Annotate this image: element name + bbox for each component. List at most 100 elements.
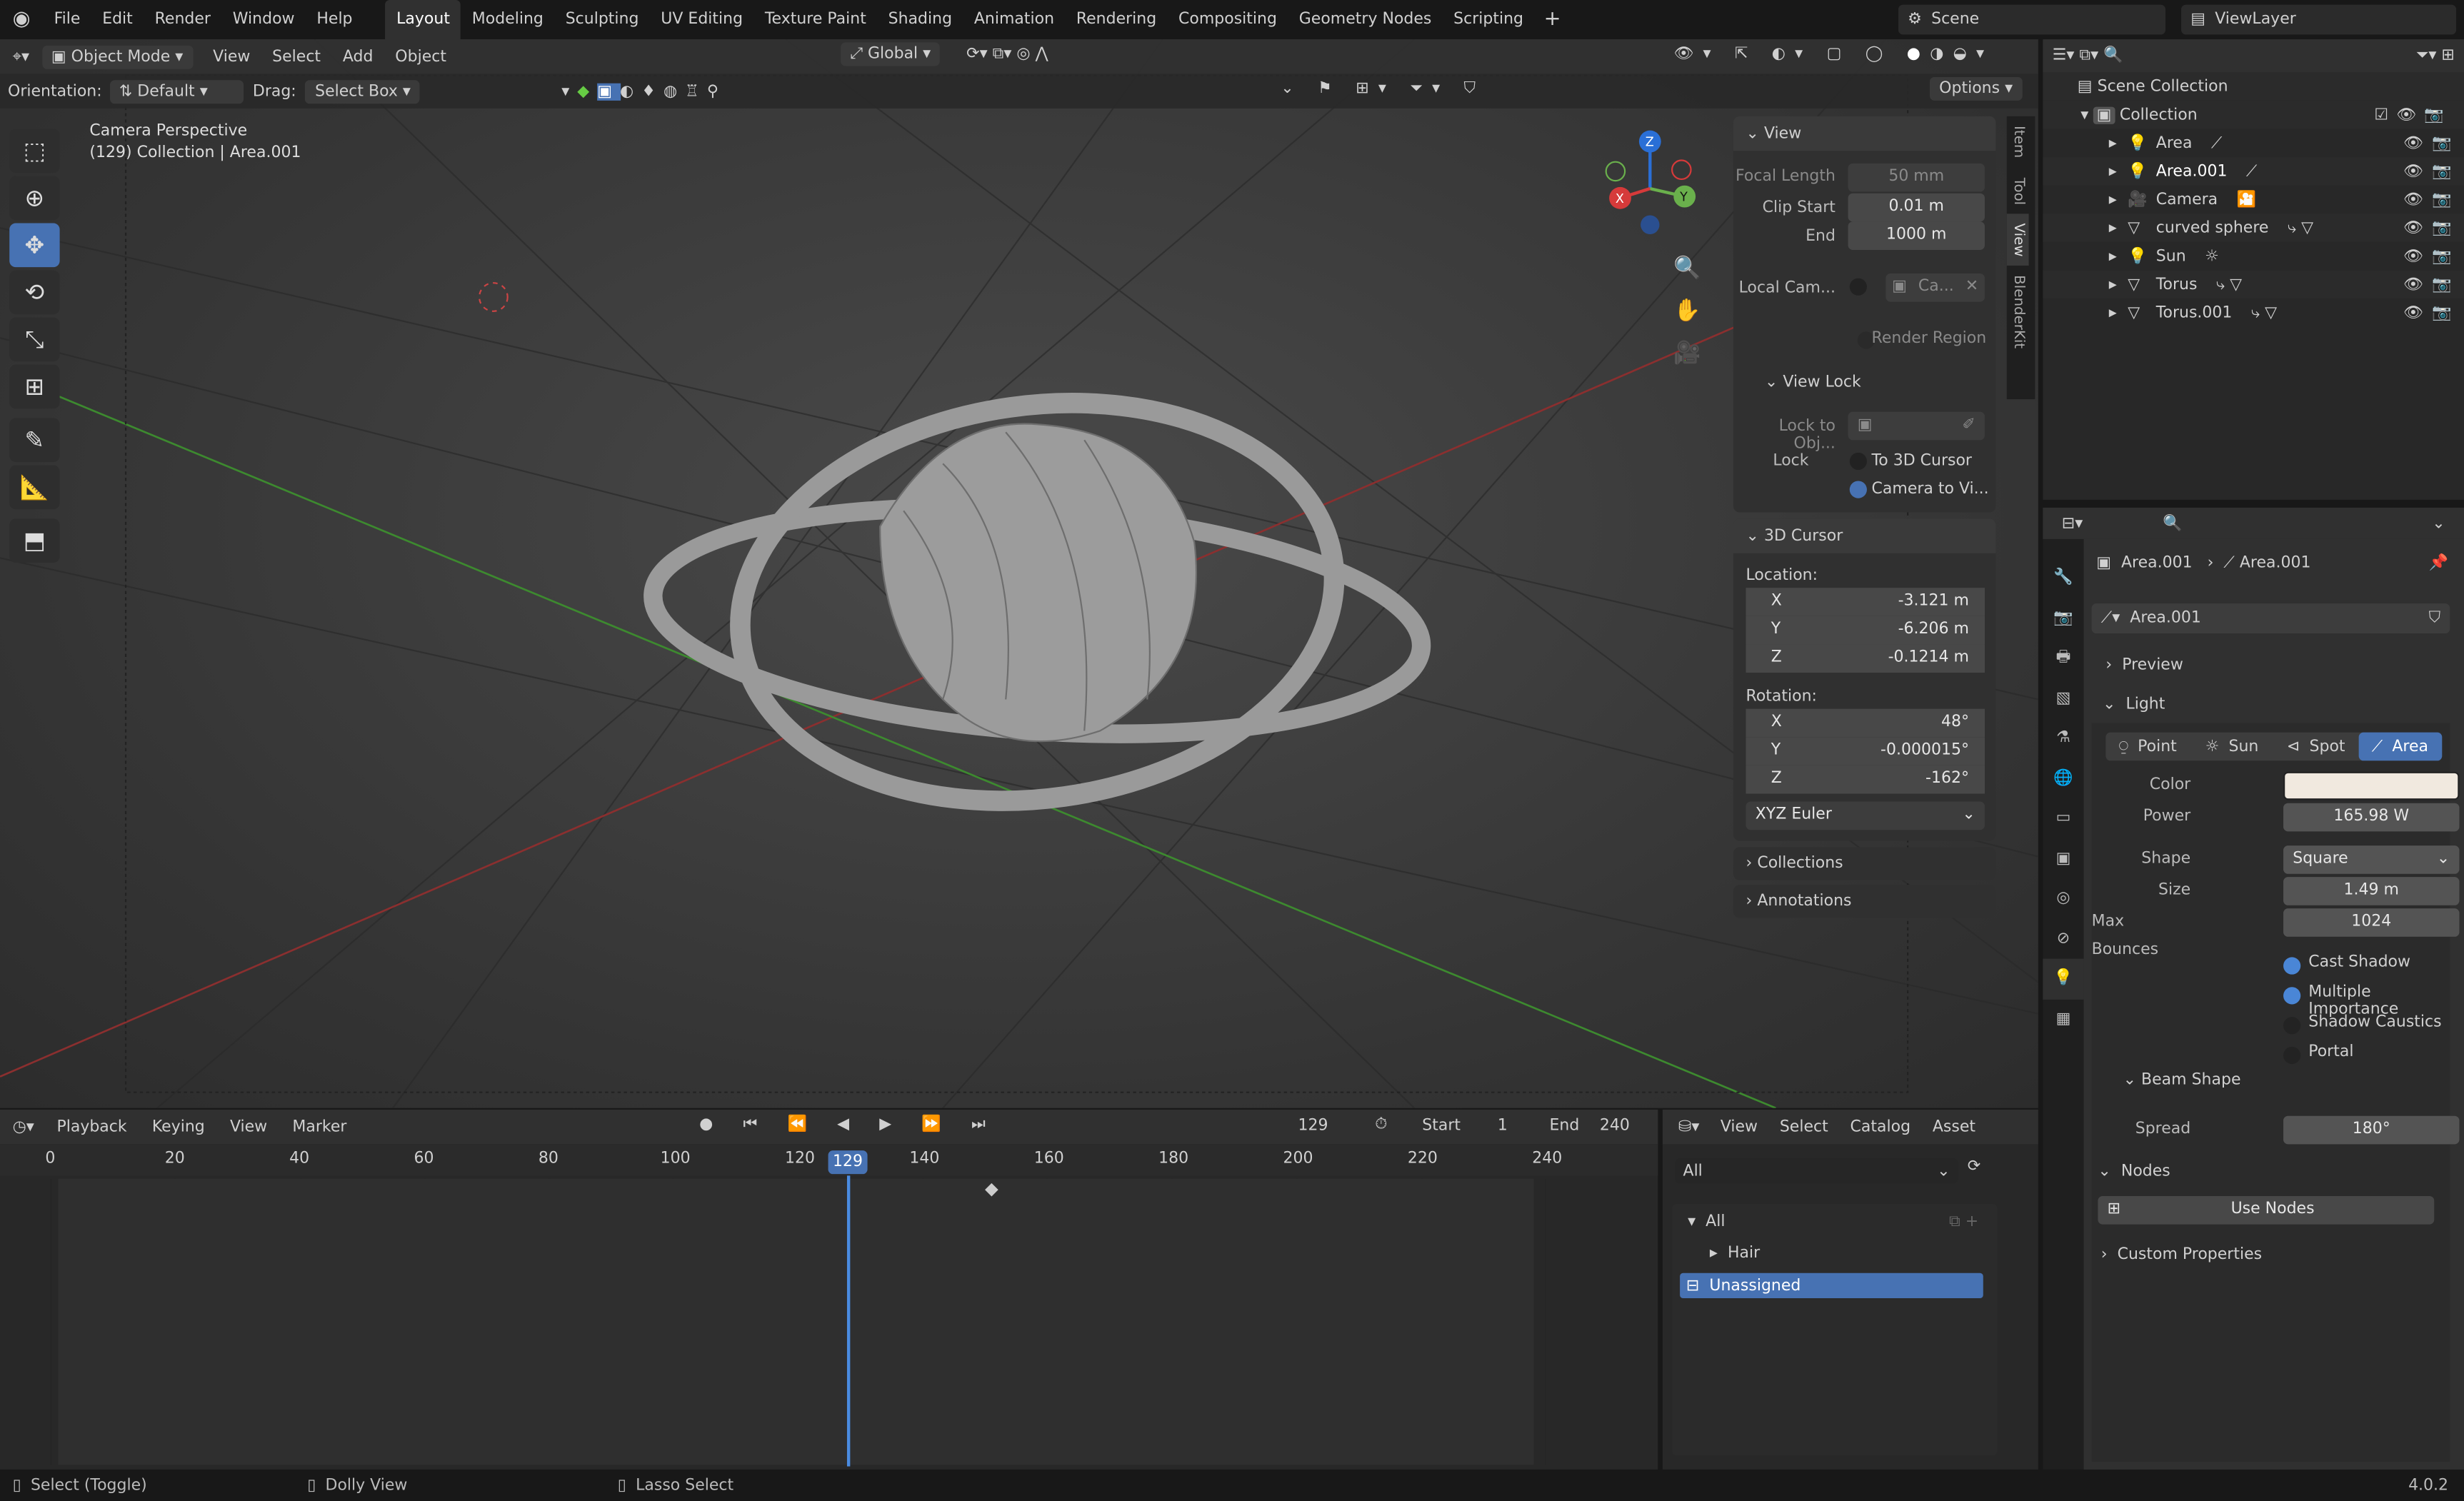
light-type-point[interactable]: ⍜ Point <box>2105 733 2190 761</box>
menu-render[interactable]: Render <box>144 0 221 39</box>
viewport-menu-view[interactable]: View <box>202 48 261 65</box>
expand-arrow-icon[interactable]: ▸ <box>2109 248 2128 265</box>
annotate-tool-icon[interactable]: ✎ <box>9 418 60 463</box>
modifier-mesh-icon[interactable]: ⤷ ▽ <box>2251 304 2277 321</box>
asset-menu-catalog[interactable]: Catalog <box>1839 1118 1921 1135</box>
collection-row[interactable]: ▾ ▣ Collection ☑👁📷 <box>2043 100 2464 129</box>
blender-logo-icon[interactable]: ◉ <box>0 8 43 31</box>
properties-editor-icon[interactable]: ⊟▾ 🔍 <box>2062 515 2183 532</box>
sidebar-tab-tool[interactable]: Tool <box>2007 167 2029 214</box>
texture-tab-icon[interactable]: ▦ <box>2043 999 2083 1039</box>
3d-viewport[interactable]: ⌖▾ ▣ Object Mode ▾ View Select Add Object ⤢… <box>0 39 2038 1108</box>
start-field[interactable]: 1 <box>1498 1118 1508 1135</box>
camera-to-view-toggle[interactable] <box>1849 481 1867 498</box>
sidebar-tab-blenderkit[interactable]: BlenderKit <box>2007 266 2029 358</box>
sidebar-tab-view[interactable]: View <box>2006 214 2029 266</box>
shape-select[interactable]: Square ⌄ <box>2283 845 2460 874</box>
cursor-rot-x-field[interactable]: X 48° <box>1746 708 1985 738</box>
clip-start-field[interactable]: 0.01 m <box>1848 193 1985 222</box>
timeline-editor-icon[interactable]: ◷▾ <box>13 1118 44 1135</box>
power-field[interactable]: 165.98 W <box>2283 803 2460 832</box>
workspace-tab-uv-editing[interactable]: UV Editing <box>650 0 754 39</box>
pin-icon[interactable]: 📌 <box>2429 555 2448 572</box>
timeline-menu-keying[interactable]: Keying <box>139 1118 217 1135</box>
expand-arrow-icon[interactable]: ▸ <box>2109 276 2128 293</box>
rotate-tool-icon[interactable]: ⟲ <box>9 270 60 315</box>
expand-arrow-icon[interactable]: ▸ <box>2109 191 2128 208</box>
workspace-tab-modeling[interactable]: Modeling <box>461 0 554 39</box>
render-camera-icon[interactable]: 📷 <box>2432 191 2451 208</box>
current-frame-field[interactable]: 129 <box>1298 1118 1328 1135</box>
collections-panel-header[interactable]: › Collections <box>1733 847 1996 880</box>
outliner-item[interactable]: ▸ 💡 Sun ☼ 👁 📷 <box>2043 242 2464 271</box>
preview-panel-header[interactable]: › Preview <box>2105 657 2183 674</box>
outliner-item[interactable]: ▸ 🎥 Camera 🎦 👁 📷 <box>2043 186 2464 214</box>
render-camera-icon[interactable]: 📷 <box>2432 248 2451 265</box>
viewport-menu-object[interactable]: Object <box>384 48 457 65</box>
outliner-item[interactable]: ▸ 💡 Area.001 ⟋ 👁 📷 <box>2043 157 2464 186</box>
tool-tab-icon[interactable]: 🔧 <box>2043 558 2083 598</box>
to-cursor-toggle[interactable] <box>1849 452 1867 471</box>
outliner-item[interactable]: ▸ ▽ Torus ⤷ ▽ 👁 📷 <box>2043 270 2464 299</box>
expand-arrow-icon[interactable]: ▾ <box>2080 106 2093 124</box>
area-light-data-icon[interactable]: ⟋ <box>2211 134 2222 151</box>
transform-orientation-select[interactable]: ⤢ Global ▾ <box>841 42 941 66</box>
local-camera-toggle[interactable] <box>1849 278 1867 296</box>
playback-controls[interactable]: ● ⏮ ⏪ ◀ ▶ ⏩ ⏭ <box>699 1116 998 1133</box>
catalog-unassigned[interactable]: ⊟ Unassigned <box>1680 1272 1983 1299</box>
light-panel-header[interactable]: ⌄ Light <box>2103 696 2165 713</box>
view-layer-tab-icon[interactable]: ▧ <box>2043 678 2083 718</box>
cursor-loc-z-field[interactable]: Z -0.1214 m <box>1746 644 1985 673</box>
options-button[interactable]: Options ▾ <box>1929 76 2023 101</box>
catalog-hair[interactable]: ▸ Hair <box>1710 1245 1760 1262</box>
light-data-tab-icon[interactable]: 💡 <box>2043 958 2084 999</box>
expand-arrow-icon[interactable]: ▸ <box>2109 304 2128 321</box>
camera-view-icon[interactable]: 🎥 <box>1673 333 1701 376</box>
scale-tool-icon[interactable]: ⤡ <box>9 317 60 362</box>
spread-field[interactable]: 180° <box>2283 1115 2460 1145</box>
cursor-rot-z-field[interactable]: Z -162° <box>1746 765 1985 794</box>
asset-menu-asset[interactable]: Asset <box>1921 1118 1986 1135</box>
fake-user-shield-icon[interactable]: ⛉ <box>2429 610 2441 627</box>
workspace-tab-geometry-nodes[interactable]: Geometry Nodes <box>1288 0 1442 39</box>
clear-icon[interactable]: ✕ <box>1965 273 1978 302</box>
workspace-tab-shading[interactable]: Shading <box>877 0 963 39</box>
local-camera-field[interactable]: ▣ Ca... ✕ <box>1885 273 1985 302</box>
annotations-panel-header[interactable]: › Annotations <box>1733 885 1996 918</box>
menu-file[interactable]: File <box>43 0 91 39</box>
playhead-line[interactable] <box>846 1175 851 1467</box>
add-catalog-icon[interactable]: ⧉ + <box>1949 1213 1978 1230</box>
checkbox-cast-shadow[interactable] <box>2283 957 2301 975</box>
menu-edit[interactable]: Edit <box>91 0 144 39</box>
area-light-data-icon[interactable]: ⟋ <box>2246 163 2257 180</box>
cursor-tool-icon[interactable]: ⊕ <box>9 176 60 221</box>
render-camera-icon[interactable]: 📷 <box>2432 163 2451 180</box>
modifier-mesh-icon[interactable]: ⤷ ▽ <box>2288 219 2313 236</box>
outliner-item[interactable]: ▸ 💡 Area ⟋ 👁 📷 <box>2043 129 2464 157</box>
workspace-tab-texture-paint[interactable]: Texture Paint <box>753 0 877 39</box>
checkbox-portal[interactable] <box>2283 1046 2301 1065</box>
collection-tab-icon[interactable]: ▭ <box>2043 798 2083 838</box>
scene-tab-icon[interactable]: ⚗ <box>2043 718 2083 758</box>
render-tab-icon[interactable]: 📷 <box>2043 598 2083 638</box>
clip-end-field[interactable]: 1000 m <box>1848 221 1985 250</box>
drag-select[interactable]: Select Box ▾ <box>305 79 421 104</box>
custom-properties-header[interactable]: › Custom Properties <box>2101 1246 2262 1263</box>
visibility-eye-icon[interactable]: 👁 <box>2403 304 2423 321</box>
chevron-down-icon[interactable]: ⌄ <box>2432 515 2445 532</box>
nodes-panel-header[interactable]: ⌄ Nodes <box>2098 1163 2170 1180</box>
catalog-all[interactable]: ▾ All <box>1688 1213 1725 1230</box>
focal-length-field[interactable]: 50 mm <box>1848 163 1985 192</box>
workspace-tab-sculpting[interactable]: Sculpting <box>554 0 650 39</box>
navigation-gizmo[interactable]: Z Y X <box>1595 126 1705 244</box>
modifier-mesh-icon[interactable]: ⤷ ▽ <box>2216 276 2242 293</box>
playhead-frame-badge[interactable]: 129 <box>828 1150 868 1175</box>
view-layer-selector[interactable]: ▤ ViewLayer <box>2181 4 2457 35</box>
refresh-icon[interactable]: ⟳ <box>1968 1158 1980 1175</box>
light-datablock-field[interactable]: ⟋▾ Area.001 ⛉ <box>2091 603 2450 634</box>
timeline-menu-view[interactable]: View <box>217 1118 279 1135</box>
render-camera-icon[interactable]: 📷 <box>2432 219 2451 236</box>
beam-shape-header[interactable]: ⌄ Beam Shape <box>2123 1072 2241 1089</box>
eyedropper-icon[interactable]: ✐ <box>1962 412 1985 441</box>
cursor-loc-y-field[interactable]: Y -6.206 m <box>1746 616 1985 645</box>
